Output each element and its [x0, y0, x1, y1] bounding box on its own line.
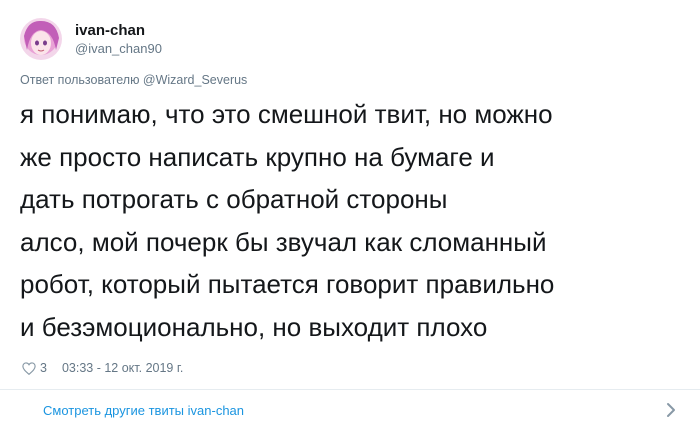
tweet-header: ivan-chan @ivan_chan90 — [20, 18, 162, 60]
tweet-meta: 3 03:33 - 12 окт. 2019 г. — [22, 361, 183, 375]
tweet-text-line: алсо, мой почерк бы звучал как сломанный — [20, 226, 547, 257]
more-tweets-link[interactable]: Смотреть другие твиты ivan-chan — [0, 390, 700, 430]
tweet-text-line: и безэмоционально, но выходит плохо — [20, 311, 488, 342]
heart-icon[interactable] — [22, 361, 36, 375]
more-tweets-label[interactable]: Смотреть другие твиты ivan-chan — [43, 403, 244, 418]
author-names: ivan-chan @ivan_chan90 — [75, 21, 162, 57]
anime-avatar-icon — [20, 18, 62, 60]
chevron-right-icon[interactable] — [666, 402, 676, 423]
tweet-text-line: дать потрогать с обратной стороны — [20, 184, 448, 214]
reply-to-label: Ответ пользователю @Wizard_Severus — [20, 73, 248, 87]
like-count: 3 — [40, 361, 47, 375]
tweet-card: ivan-chan @ivan_chan90 Ответ пользовател… — [0, 0, 700, 430]
tweet-text-line: робот, который пытается говорит правильн… — [20, 269, 555, 299]
avatar[interactable] — [20, 18, 62, 60]
author-display-name[interactable]: ivan-chan — [75, 21, 162, 40]
tweet-text-line: я понимаю, что это смешной твит, но можн… — [20, 99, 553, 129]
author-handle[interactable]: @ivan_chan90 — [75, 40, 162, 57]
tweet-text: я понимаю, что это смешной твит, но можн… — [20, 93, 690, 348]
tweet-timestamp[interactable]: 03:33 - 12 окт. 2019 г. — [62, 361, 183, 375]
tweet-text-line: же просто написать крупно на бумаге и — [20, 141, 495, 172]
